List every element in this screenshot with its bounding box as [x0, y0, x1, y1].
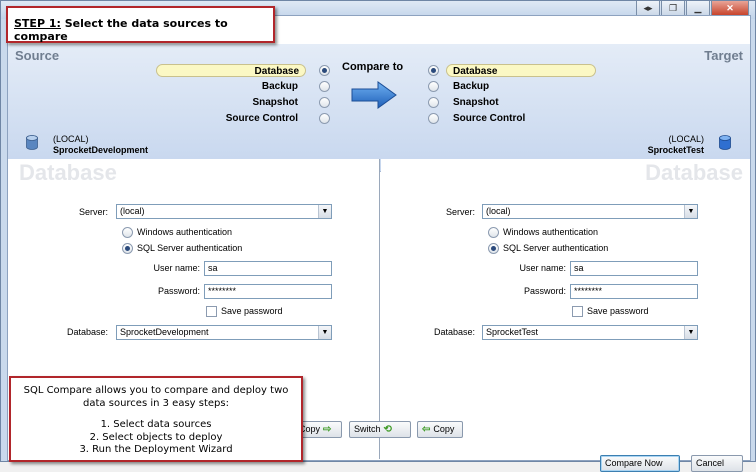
target-option-snapshot[interactable]: Snapshot: [453, 96, 499, 109]
target-option-database[interactable]: Database: [446, 64, 596, 77]
target-option-backup[interactable]: Backup: [453, 80, 489, 93]
source-option-backup[interactable]: Backup: [158, 80, 298, 93]
source-save-password-label[interactable]: Save password: [221, 306, 283, 316]
arrow-right-icon: ⇨: [323, 424, 332, 435]
target-server-dropdown[interactable]: (local) ▼: [482, 204, 698, 219]
intro-step-3: 3. Run the Deployment Wizard: [79, 444, 233, 455]
source-database-value: SprocketDevelopment: [120, 327, 209, 337]
target-database-name: SprocketTest: [647, 145, 704, 155]
source-option-database[interactable]: Database: [156, 64, 306, 77]
target-option-source-control[interactable]: Source Control: [453, 112, 525, 125]
intro-callout: SQL Compare allows you to compare and de…: [9, 376, 303, 462]
target-radio-source-control[interactable]: [428, 113, 439, 124]
target-connection-panel: Database Server: (local) ▼ Windows authe…: [381, 159, 750, 459]
switch-arrows-icon: ⟲: [383, 424, 392, 435]
cancel-button[interactable]: Cancel: [691, 455, 743, 472]
target-password-input[interactable]: ********: [570, 284, 698, 299]
chevron-down-icon[interactable]: ▼: [318, 205, 331, 218]
source-title: Source: [15, 48, 60, 63]
copy-to-source-button[interactable]: ⇦ Copy: [417, 421, 463, 438]
source-radio-database[interactable]: [319, 65, 330, 76]
source-save-password-checkbox[interactable]: [206, 306, 217, 317]
source-server-label: Server:: [78, 207, 108, 217]
target-radio-backup[interactable]: [428, 81, 439, 92]
target-username-label: User name:: [519, 263, 566, 273]
source-database-label: Database:: [66, 327, 108, 337]
copy-to-source-label: Copy: [433, 424, 455, 434]
source-database-icon: [26, 135, 38, 150]
data-source-selector: Source Target Database Backup Snapshot S…: [8, 44, 750, 172]
source-password-label: Password:: [157, 286, 200, 296]
source-watermark: Database: [19, 160, 117, 185]
source-server-dropdown[interactable]: (local) ▼: [116, 204, 332, 219]
intro-line-1: SQL Compare allows you to compare and de…: [23, 385, 289, 396]
compare-now-label: Compare Now: [605, 458, 663, 468]
source-database-dropdown[interactable]: SprocketDevelopment ▼: [116, 325, 332, 340]
source-windows-auth-label[interactable]: Windows authentication: [137, 227, 232, 237]
source-windows-auth-radio[interactable]: [122, 227, 133, 238]
target-server-label: Server:: [445, 207, 475, 217]
cancel-label: Cancel: [696, 458, 725, 468]
chevron-down-icon[interactable]: ▼: [684, 326, 697, 339]
target-password-label: Password:: [523, 286, 566, 296]
chevron-down-icon[interactable]: ▼: [684, 205, 697, 218]
target-sql-auth-label[interactable]: SQL Server authentication: [503, 243, 608, 253]
target-save-password-checkbox[interactable]: [572, 306, 583, 317]
source-password-input[interactable]: ********: [204, 284, 332, 299]
compare-arrow-icon: [351, 81, 397, 109]
source-option-snapshot[interactable]: Snapshot: [158, 96, 298, 109]
source-radio-snapshot[interactable]: [319, 97, 330, 108]
intro-step-2: 2. Select objects to deploy: [89, 431, 223, 443]
intro-line-2: data sources in 3 easy steps:: [83, 397, 229, 409]
source-radio-backup[interactable]: [319, 81, 330, 92]
source-radio-source-control[interactable]: [319, 113, 330, 124]
target-radio-snapshot[interactable]: [428, 97, 439, 108]
target-database-label: Database:: [433, 327, 475, 337]
source-database-name: SprocketDevelopment: [53, 145, 149, 155]
chevron-down-icon[interactable]: ▼: [318, 326, 331, 339]
window-controls: ◂▸ ❐ ▁ ✕: [636, 1, 749, 16]
intro-step-1: 1. Select data sources: [100, 419, 212, 430]
target-sql-auth-radio[interactable]: [488, 243, 499, 254]
switch-button[interactable]: Switch ⟲: [349, 421, 411, 438]
step-number: STEP 1:: [14, 17, 61, 30]
target-server-value: (local): [486, 206, 511, 216]
close-icon[interactable]: ✕: [711, 1, 749, 16]
target-title: Target: [704, 48, 743, 63]
target-windows-auth-label[interactable]: Windows authentication: [503, 227, 598, 237]
source-server-value: (local): [120, 206, 145, 216]
target-watermark: Database: [645, 160, 743, 185]
target-windows-auth-radio[interactable]: [488, 227, 499, 238]
source-sql-auth-radio[interactable]: [122, 243, 133, 254]
source-username-input[interactable]: sa: [204, 261, 332, 276]
compare-to-label: Compare to: [342, 61, 404, 73]
target-server-text: (LOCAL): [668, 134, 704, 144]
step-callout: STEP 1: Select the data sources to compa…: [6, 6, 275, 43]
target-database-icon: [719, 135, 731, 150]
target-radio-database[interactable]: [428, 65, 439, 76]
source-sql-auth-label[interactable]: SQL Server authentication: [137, 243, 242, 253]
restore-down-icon[interactable]: ◂▸: [636, 1, 660, 16]
compare-now-button[interactable]: Compare Now: [600, 455, 680, 472]
target-database-value: SprocketTest: [486, 327, 539, 337]
minimize-icon[interactable]: ▁: [686, 1, 710, 16]
switch-label: Switch: [354, 424, 381, 434]
source-option-source-control[interactable]: Source Control: [158, 112, 298, 125]
target-save-password-label[interactable]: Save password: [587, 306, 649, 316]
target-username-input[interactable]: sa: [570, 261, 698, 276]
restore-icon[interactable]: ❐: [661, 1, 685, 16]
target-database-dropdown[interactable]: SprocketTest ▼: [482, 325, 698, 340]
source-username-label: User name:: [153, 263, 200, 273]
source-server-text: (LOCAL): [53, 134, 89, 144]
arrow-left-icon: ⇦: [422, 424, 431, 435]
